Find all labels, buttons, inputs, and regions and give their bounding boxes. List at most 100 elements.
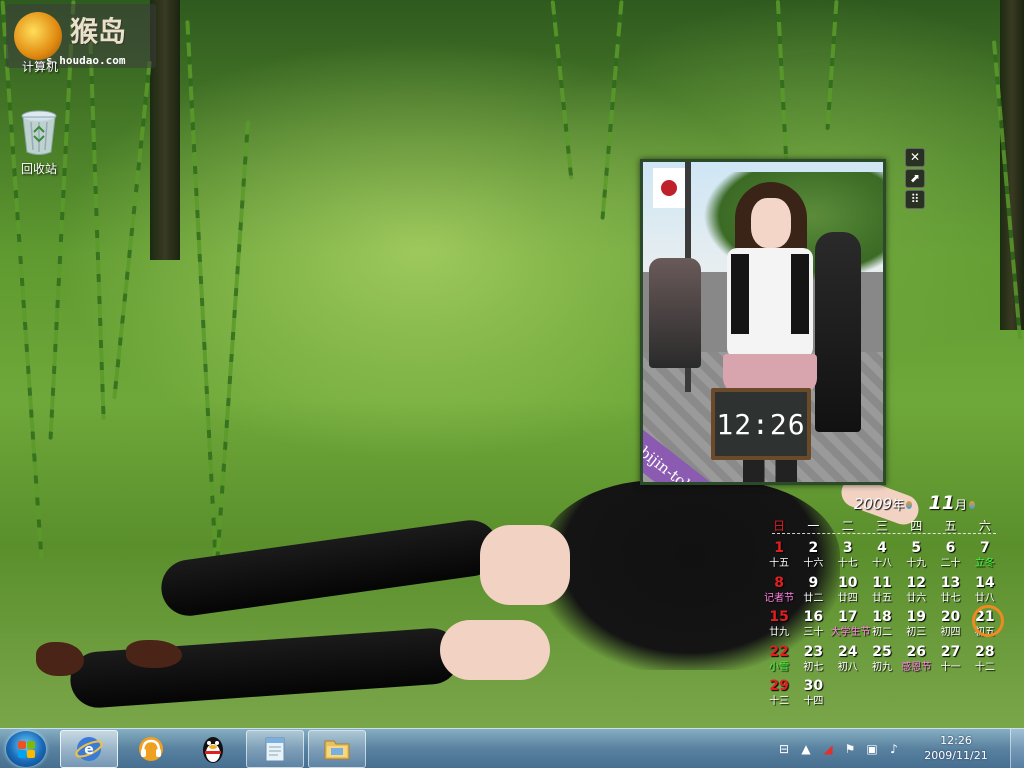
calendar-day-cell[interactable]: 5 十九 (899, 540, 933, 575)
calendar-day-number: 18 (872, 609, 892, 625)
calendar-empty-cell (899, 678, 933, 713)
calendar-lunar-label: 记者节 (764, 592, 795, 604)
calendar-weekday: 日 (773, 519, 786, 533)
calendar-day-number: 24 (837, 643, 858, 660)
gadget-resize-icon[interactable]: ⬈ (905, 169, 925, 188)
calendar-day-cell[interactable]: 6 二十 (933, 540, 967, 575)
calendar-day-number: 11 (872, 574, 892, 591)
network-icon[interactable]: ▣ (864, 741, 880, 757)
taskbar-qq-button[interactable] (184, 730, 242, 768)
taskbar-ie-button[interactable]: e (60, 730, 118, 768)
calendar-day-cell[interactable]: 25 初九 (865, 644, 899, 679)
calendar-day-number: 13 (940, 574, 961, 591)
taskbar-clock[interactable]: 12:26 2009/11/21 (924, 733, 988, 763)
calendar-day-cell[interactable]: 24 初八 (831, 644, 865, 679)
desktop-icon-computer[interactable]: 计算机 (10, 40, 70, 75)
calendar-day-cell[interactable]: 19 初三 (899, 609, 933, 644)
calendar-lunar-label: 三十 (803, 627, 824, 638)
calendar-lunar-label: 十五 (769, 558, 790, 569)
calendar-day-number: 14 (975, 574, 995, 591)
calendar-day-cell[interactable]: 2 十六 (796, 540, 830, 575)
calendar-day-cell[interactable]: 28 十二 (968, 644, 1002, 679)
calendar-gadget[interactable]: 2009年 11月 日一二三四五六 1 十五 2 十六 3 十七 4 十八 5 十九 6 二十 7 立冬 8… (762, 490, 1005, 720)
desktop-icon-recycle-bin[interactable]: 回收站 (9, 110, 69, 177)
calendar-day-cell[interactable]: 4 十八 (865, 540, 899, 575)
month-spinner-icon[interactable] (968, 501, 975, 509)
show-hidden-icons-chevron-icon[interactable]: ▲ (798, 741, 814, 757)
calendar-day-cell[interactable]: 18 初二 (865, 609, 899, 644)
calendar-day-cell[interactable]: 8 记者节 (762, 575, 796, 610)
desktop-icon-label: 回收站 (20, 162, 57, 176)
bijin-tokei-clock-gadget[interactable]: 12:26 bijin-tokei (640, 159, 886, 485)
calendar-weekday: 一 (807, 519, 820, 533)
calendar-day-cell[interactable]: 1 十五 (762, 540, 796, 575)
calendar-day-cell[interactable]: 15 廿九 (762, 609, 796, 644)
calendar-lunar-label: 廿五 (871, 592, 892, 604)
gadget-close-icon[interactable]: ✕ (905, 148, 925, 167)
calendar-divider (772, 533, 996, 534)
calendar-day-cell[interactable]: 17 大学生节 (831, 609, 871, 644)
taskbar-explorer-button[interactable] (308, 730, 366, 768)
clock-date: 2009/11/21 (924, 749, 988, 762)
notepad-icon (265, 737, 285, 762)
recycle-bin-icon (21, 110, 57, 155)
calendar-day-number: 30 (803, 678, 824, 694)
internet-explorer-icon: e (75, 737, 103, 761)
calendar-day-cell[interactable]: 13 廿七 (933, 575, 967, 610)
calendar-day-number: 10 (837, 574, 858, 591)
start-button[interactable] (6, 731, 46, 767)
calendar-lunar-label: 十八 (871, 558, 892, 569)
calendar-day-cell[interactable]: 30 十四 (796, 678, 830, 713)
antivirus-tray-icon[interactable]: ◢ (820, 741, 836, 757)
calendar-lunar-label: 小雪 (769, 661, 790, 673)
calendar-day-number: 12 (906, 574, 926, 591)
calendar-lunar-label: 廿四 (837, 592, 858, 604)
calendar-day-cell[interactable]: 26 感恩节 (899, 644, 933, 679)
calendar-weekday: 三 (875, 519, 888, 533)
calendar-day-cell[interactable]: 22 小雪 (762, 644, 796, 679)
calendar-day-number: 4 (877, 540, 887, 556)
calendar-day-cell[interactable]: 23 初七 (796, 644, 830, 679)
computer-icon (10, 40, 70, 58)
calendar-day-cell[interactable]: 9 廿二 (796, 575, 830, 610)
calendar-weekday-row: 日一二三四五六 (762, 517, 1002, 534)
calendar-day-cell[interactable]: 12 廿六 (899, 575, 933, 610)
calendar-day-cell[interactable]: 10 廿四 (831, 575, 865, 610)
watermark-logo: 猴岛 (70, 15, 127, 48)
calendar-day-number: 19 (906, 609, 927, 625)
calendar-day-cell[interactable]: 16 三十 (796, 609, 830, 644)
calendar-day-cell[interactable]: 27 十一 (933, 644, 967, 679)
gadget-drag-handle-icon[interactable]: ⠿ (905, 190, 925, 209)
taskbar-notepad-button[interactable] (246, 730, 304, 768)
calendar-day-cell[interactable]: 14 廿八 (968, 575, 1002, 610)
calendar-lunar-label: 立冬 (974, 558, 995, 569)
calendar-day-cell[interactable]: 7 立冬 (968, 540, 1002, 575)
calendar-day-number: 5 (911, 540, 922, 556)
calendar-header: 2009年 11月 (854, 492, 977, 514)
calendar-day-cell[interactable]: 20 初四 (933, 609, 967, 644)
calendar-week-row: 15 廿九 16 三十 17 大学生节 18 初二 19 初三 20 初四 21 初五 (762, 605, 1005, 644)
calendar-empty-cell (831, 678, 865, 713)
taskbar-media-player-button[interactable] (122, 730, 180, 768)
calendar-month-suffix: 月 (954, 498, 967, 512)
calendar-lunar-label: 初二 (872, 627, 892, 638)
show-desktop-button[interactable] (1010, 729, 1024, 768)
japan-flag-image (653, 168, 685, 208)
year-spinner-icon[interactable] (906, 501, 913, 509)
calendar-day-number: 16 (803, 609, 824, 625)
calendar-lunar-label: 十三 (769, 696, 790, 707)
calendar-day-cell[interactable]: 29 十三 (762, 678, 796, 713)
calendar-day-cell[interactable]: 11 廿五 (865, 575, 899, 610)
volume-speaker-icon[interactable]: ♪ (886, 741, 902, 757)
calendar-day-cell[interactable]: 21 初五 (968, 605, 1005, 644)
calendar-day-number: 3 (842, 540, 853, 556)
calendar-weekday: 四 (910, 519, 923, 533)
calendar-day-number: 23 (803, 643, 824, 660)
calendar-empty-cell (933, 678, 967, 713)
calendar-day-number: 1 (774, 540, 785, 556)
calendar-lunar-label: 初五 (974, 627, 995, 638)
flag-no-entry-icon[interactable]: ⚑ (842, 741, 858, 757)
calendar-day-cell[interactable]: 3 十七 (831, 540, 865, 575)
language-bar-icon[interactable]: ⊟ (776, 741, 792, 757)
calendar-day-number: 26 (906, 643, 926, 660)
